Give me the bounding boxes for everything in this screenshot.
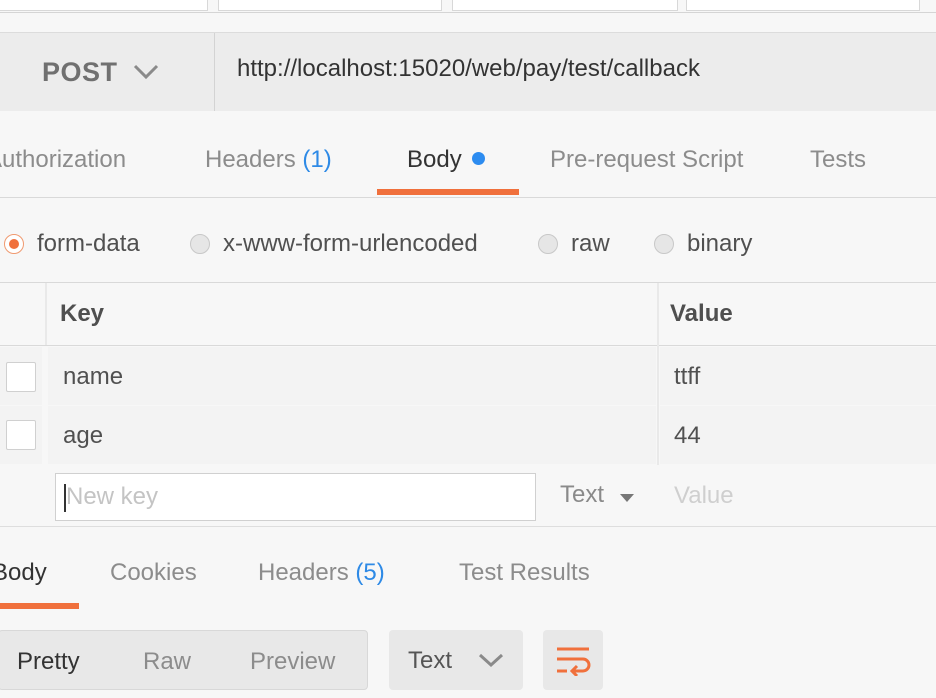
method-selector[interactable]: POST bbox=[0, 33, 215, 111]
modified-dot-icon bbox=[471, 152, 485, 165]
radio-label: binary bbox=[687, 230, 753, 257]
radio-label: form-data bbox=[37, 230, 140, 257]
tab-body[interactable]: Body bbox=[407, 146, 485, 174]
wrap-lines-button[interactable] bbox=[543, 630, 603, 690]
divider bbox=[45, 283, 47, 345]
response-tabs: Body Cookies Headers (5) Test Results bbox=[0, 526, 936, 609]
request-tab[interactable] bbox=[686, 0, 920, 11]
row-cell bbox=[660, 406, 936, 464]
tab-test-results[interactable]: Test Results bbox=[459, 559, 590, 587]
caret-down-icon bbox=[620, 494, 634, 502]
radio-label: raw bbox=[571, 230, 610, 257]
view-pretty[interactable]: Pretty bbox=[17, 648, 80, 676]
header-count: (1) bbox=[302, 146, 332, 173]
table-row: age 44 bbox=[0, 406, 936, 464]
tab-cookies[interactable]: Cookies bbox=[110, 559, 197, 587]
tab-response-body[interactable]: Body bbox=[0, 559, 47, 587]
view-mode-group: Pretty Raw Preview bbox=[0, 630, 368, 690]
top-tab-strip bbox=[0, 0, 936, 13]
value-header: Value bbox=[670, 300, 733, 327]
tab-tests[interactable]: Tests bbox=[810, 146, 866, 174]
header-count: (5) bbox=[355, 559, 385, 586]
tab-label: Pre-request Script bbox=[550, 146, 744, 173]
response-toolbar: Pretty Raw Preview Text bbox=[0, 609, 936, 698]
chevron-down-icon bbox=[478, 653, 504, 668]
request-tab[interactable] bbox=[218, 0, 442, 11]
radio-icon bbox=[654, 234, 674, 254]
url-input[interactable]: http://localhost:15020/web/pay/test/call… bbox=[237, 55, 700, 83]
request-tab[interactable] bbox=[452, 0, 678, 11]
active-tab-indicator bbox=[377, 189, 519, 195]
radio-label: x-www-form-urlencoded bbox=[223, 230, 478, 257]
chevron-down-icon bbox=[133, 64, 159, 80]
row-value[interactable]: 44 bbox=[674, 422, 701, 450]
table-header: Key Value bbox=[0, 283, 936, 346]
wrap-lines-icon bbox=[557, 647, 591, 676]
row-key[interactable]: name bbox=[63, 363, 123, 391]
row-cell bbox=[48, 347, 656, 405]
tab-headers[interactable]: Headers (1) bbox=[205, 146, 332, 174]
tab-label: Body bbox=[407, 146, 462, 173]
row-cell bbox=[660, 347, 936, 405]
row-cell bbox=[48, 406, 656, 464]
view-raw[interactable]: Raw bbox=[143, 648, 191, 676]
form-data-table: Key Value name ttff age 44 New key Text … bbox=[0, 283, 936, 525]
type-selector[interactable]: Text bbox=[560, 481, 604, 509]
tab-label: Body bbox=[0, 559, 47, 586]
request-tabs: Authorization Headers (1) Body Pre-reque… bbox=[0, 111, 936, 198]
tab-response-headers[interactable]: Headers (5) bbox=[258, 559, 385, 587]
tab-pre-request-script[interactable]: Pre-request Script bbox=[550, 146, 743, 174]
request-bar: POST http://localhost:15020/web/pay/test… bbox=[0, 32, 936, 112]
radio-icon bbox=[538, 234, 558, 254]
tab-label: Test Results bbox=[459, 559, 590, 586]
radio-icon bbox=[190, 234, 210, 254]
row-key[interactable]: age bbox=[63, 422, 103, 450]
method-label: POST bbox=[42, 57, 118, 87]
tab-label: Headers bbox=[258, 559, 349, 586]
tab-label: Cookies bbox=[110, 559, 197, 586]
table-row: name ttff bbox=[0, 347, 936, 405]
new-value-input[interactable]: Value bbox=[674, 482, 734, 510]
radio-selected-icon bbox=[4, 234, 24, 254]
row-checkbox[interactable] bbox=[6, 420, 36, 450]
view-preview[interactable]: Preview bbox=[250, 648, 335, 676]
tab-label: Authorization bbox=[0, 146, 127, 173]
format-selector[interactable]: Text bbox=[389, 630, 523, 690]
new-key-placeholder: New key bbox=[66, 483, 159, 510]
request-tab[interactable] bbox=[0, 0, 208, 11]
format-label: Text bbox=[408, 647, 453, 674]
body-type-options: form-data x-www-form-urlencoded raw bina… bbox=[0, 198, 936, 283]
tab-label: Headers bbox=[205, 146, 296, 173]
tab-authorization[interactable]: Authorization bbox=[0, 146, 126, 174]
new-key-input[interactable]: New key bbox=[55, 473, 536, 521]
row-checkbox[interactable] bbox=[6, 362, 36, 392]
tab-label: Tests bbox=[810, 146, 867, 173]
row-value[interactable]: ttff bbox=[674, 363, 700, 391]
key-header: Key bbox=[60, 300, 105, 327]
